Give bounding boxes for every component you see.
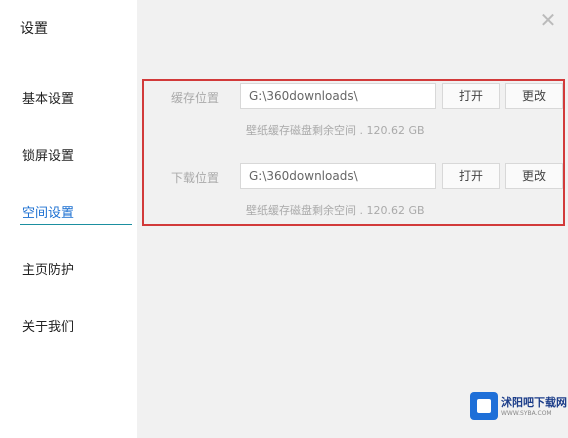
download-path-field[interactable]: G:\360downloads\ <box>240 163 436 189</box>
download-free-space-note: 壁纸缓存磁盘剩余空间 . 120.62 GB <box>246 204 425 217</box>
cube-logo-icon <box>470 392 498 420</box>
sidebar-item-basic[interactable]: 基本设置 <box>22 88 74 107</box>
download-open-button[interactable]: 打开 <box>442 163 500 189</box>
cache-change-button[interactable]: 更改 <box>505 83 563 109</box>
sidebar: 设置 基本设置 锁屏设置 空间设置 主页防护 关于我们 <box>0 0 137 438</box>
sidebar-item-space[interactable]: 空间设置 <box>22 202 74 221</box>
active-tab-underline <box>20 224 132 225</box>
watermark-logo: 沭阳吧下载网 WWW.SYBA.COM <box>470 388 567 422</box>
download-change-button[interactable]: 更改 <box>505 163 563 189</box>
cache-free-space-note: 壁纸缓存磁盘剩余空间 . 120.62 GB <box>246 124 425 137</box>
sidebar-item-lockscreen[interactable]: 锁屏设置 <box>22 145 74 164</box>
close-icon[interactable]: ✕ <box>538 10 558 30</box>
sidebar-item-homepage-protection[interactable]: 主页防护 <box>22 259 74 278</box>
sidebar-item-about[interactable]: 关于我们 <box>22 316 74 335</box>
cache-open-button[interactable]: 打开 <box>442 83 500 109</box>
cache-location-label: 缓存位置 <box>171 91 220 105</box>
download-location-label: 下载位置 <box>171 171 220 185</box>
watermark-url: WWW.SYBA.COM <box>501 410 552 417</box>
watermark-brand: 沭阳吧下载网 <box>501 396 567 409</box>
settings-title: 设置 <box>20 21 48 37</box>
cache-path-field[interactable]: G:\360downloads\ <box>240 83 436 109</box>
